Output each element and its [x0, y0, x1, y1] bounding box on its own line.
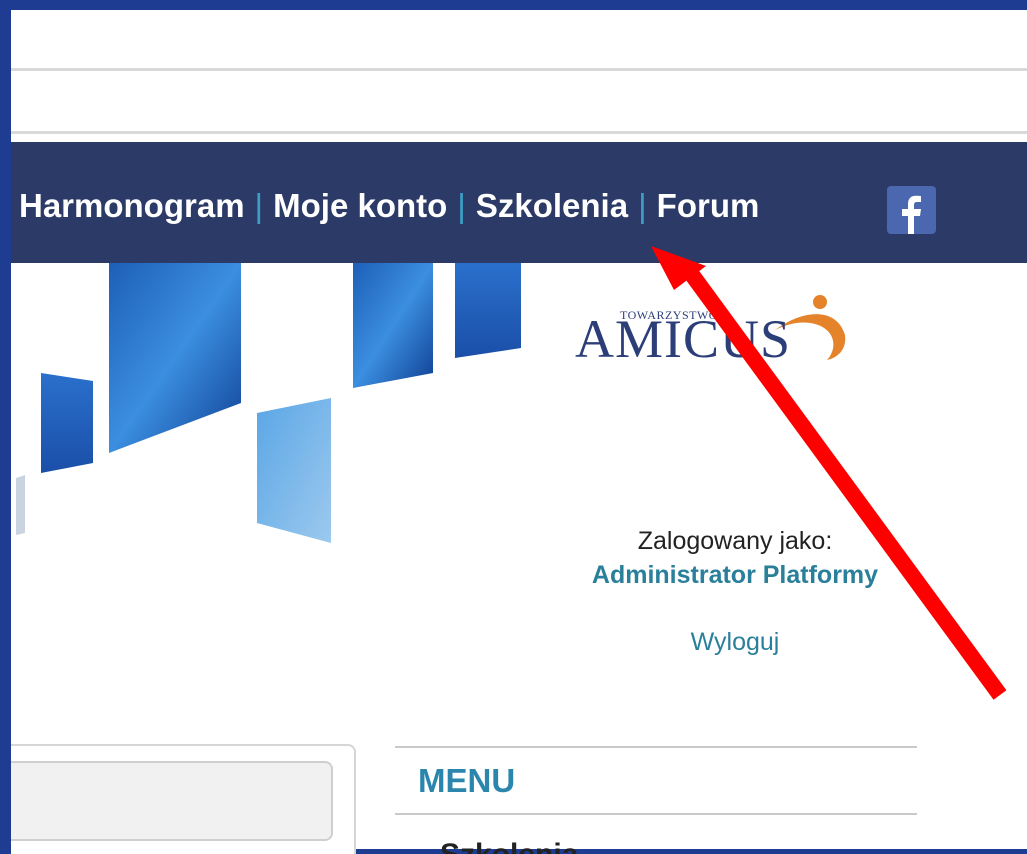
menu-divider-bottom [395, 813, 917, 815]
banner-shape [353, 263, 433, 388]
nav-item-moje-konto[interactable]: Moje konto [273, 187, 447, 225]
banner-shape [109, 263, 241, 453]
logout-link[interactable]: Wyloguj [575, 628, 895, 657]
screenshot-frame-top [0, 0, 1027, 10]
page: Harmonogram | Moje konto | Szkolenia | F… [0, 0, 1027, 854]
top-navigation-bar: Harmonogram | Moje konto | Szkolenia | F… [11, 142, 1027, 263]
browser-toolbar-strip [11, 10, 1027, 71]
nav-item-harmonogram[interactable]: Harmonogram [19, 187, 245, 225]
banner-shape [455, 263, 521, 358]
nav-item-forum[interactable]: Forum [657, 187, 760, 225]
nav-item-szkolenia[interactable]: Szkolenia [476, 187, 628, 225]
logged-in-label: Zalogowany jako: [637, 527, 833, 555]
banner-shape [41, 373, 93, 473]
nav-separator: | [254, 187, 264, 224]
menu-divider-top [395, 746, 917, 748]
logged-in-user-link[interactable]: Administrator Platformy [555, 561, 915, 590]
nav-separator: | [457, 187, 466, 224]
menu-item-szkolenia[interactable]: Szkolenia [440, 838, 578, 854]
browser-address-strip [11, 71, 1027, 134]
facebook-glyph [902, 195, 921, 234]
menu-title: MENU [418, 762, 516, 799]
logo-wordmark: AMICUS [575, 309, 792, 369]
header-banner-graphic [16, 263, 521, 543]
screenshot-frame-left [0, 0, 11, 854]
facebook-icon[interactable] [887, 186, 936, 234]
browser-spacer [11, 134, 1027, 142]
left-panel-field[interactable] [11, 761, 333, 841]
banner-shape [16, 475, 25, 535]
nav-separator: | [638, 187, 647, 224]
banner-shape [257, 398, 331, 543]
nav-menu: Harmonogram | Moje konto | Szkolenia | F… [19, 186, 759, 226]
amicus-logo[interactable]: TOWARZYSTWO AMICUS [575, 290, 865, 370]
